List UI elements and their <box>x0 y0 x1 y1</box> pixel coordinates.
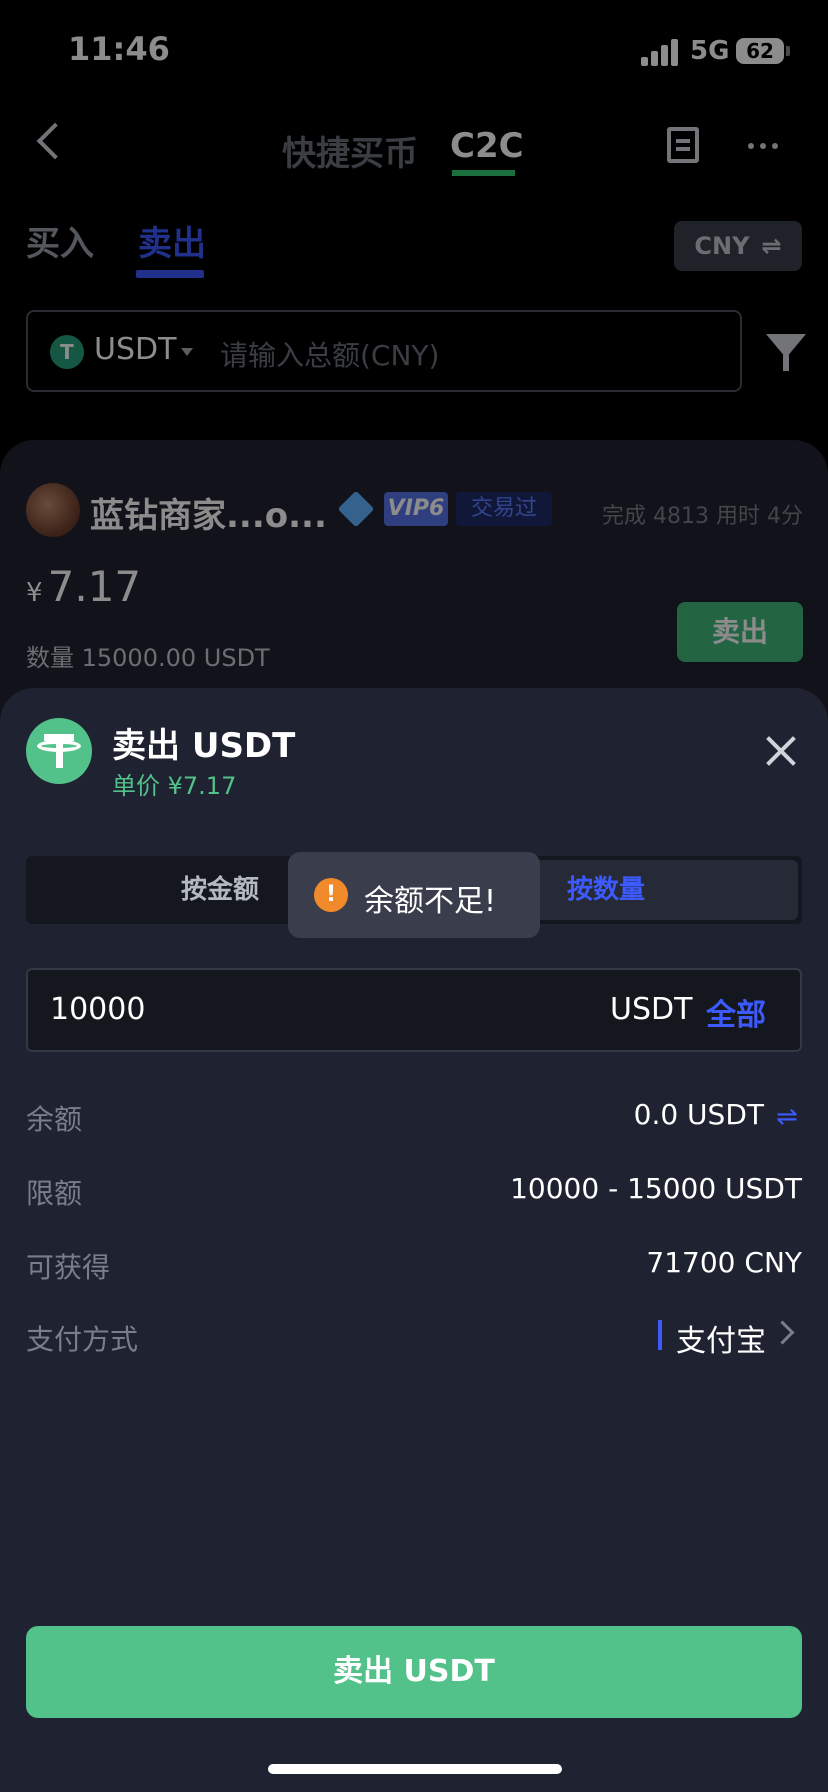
sheet-title: 卖出 USDT <box>112 726 296 766</box>
balance-label: 余额 <box>26 1103 83 1136</box>
limit-value: 10000 - 15000 USDT <box>510 1172 802 1205</box>
receive-value: 71700 CNY <box>646 1246 802 1279</box>
all-button[interactable]: 全部 <box>706 990 766 1034</box>
payment-method-label: 支付方式 <box>26 1323 139 1356</box>
payment-method-marker <box>658 1320 662 1350</box>
limit-label: 限额 <box>26 1177 83 1210</box>
sell-submit-button[interactable]: 卖出 USDT <box>26 1626 802 1718</box>
close-icon[interactable] <box>764 734 798 768</box>
payment-method-selector[interactable]: 支付宝 <box>676 1316 766 1360</box>
tether-ring <box>37 740 81 752</box>
toast-message: 余额不足! <box>364 884 497 919</box>
transfer-icon[interactable]: ⇌ <box>776 1102 798 1132</box>
warning-icon: ! <box>314 878 348 912</box>
balance-value: 0.0 USDT <box>633 1098 764 1131</box>
quantity-input-value[interactable]: 10000 <box>50 992 145 1027</box>
home-indicator <box>268 1764 562 1774</box>
unit-price: 单价 ¥7.17 <box>112 772 237 800</box>
receive-label: 可获得 <box>26 1251 111 1284</box>
quantity-unit: USDT <box>610 992 693 1027</box>
